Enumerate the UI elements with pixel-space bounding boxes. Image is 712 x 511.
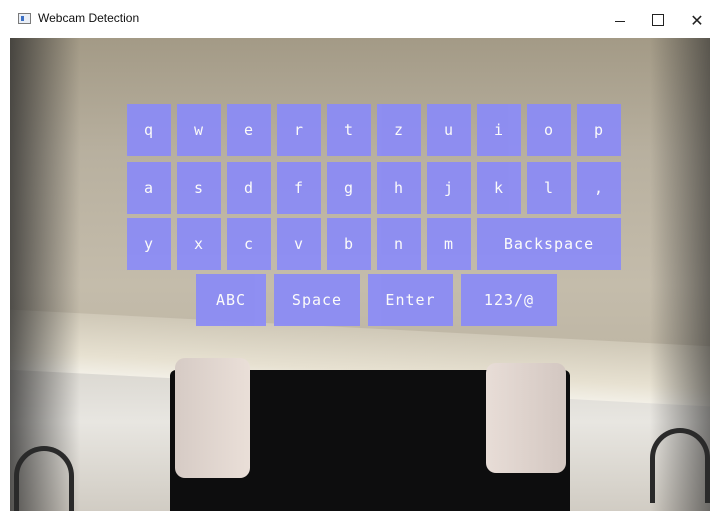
key-u[interactable]: u: [427, 104, 471, 156]
key-space[interactable]: Space: [274, 274, 360, 326]
key-n[interactable]: n: [377, 218, 421, 270]
key-z[interactable]: z: [377, 104, 421, 156]
close-button[interactable]: ✕: [677, 6, 712, 34]
window-title: Webcam Detection: [38, 11, 140, 25]
title-bar: Webcam Detection ✕: [0, 0, 712, 38]
key-e[interactable]: e: [227, 104, 271, 156]
key-backspace[interactable]: Backspace: [477, 218, 621, 270]
key-t[interactable]: t: [327, 104, 371, 156]
key-b[interactable]: b: [327, 218, 371, 270]
webcam-feed: q w e r t z u i o p a s d f g h j k l , …: [10, 38, 710, 511]
key-abc[interactable]: ABC: [196, 274, 266, 326]
minimize-icon: [615, 20, 625, 22]
key-c[interactable]: c: [227, 218, 271, 270]
app-icon: [18, 13, 31, 24]
key-l[interactable]: l: [527, 162, 571, 214]
key-w[interactable]: w: [177, 104, 221, 156]
key-d[interactable]: d: [227, 162, 271, 214]
key-j[interactable]: j: [427, 162, 471, 214]
key-h[interactable]: h: [377, 162, 421, 214]
key-o[interactable]: o: [527, 104, 571, 156]
key-enter[interactable]: Enter: [368, 274, 453, 326]
key-x[interactable]: x: [177, 218, 221, 270]
key-i[interactable]: i: [477, 104, 521, 156]
minimize-button[interactable]: [600, 6, 640, 34]
maximize-icon: [652, 14, 664, 26]
app-window: Webcam Detection ✕ q w e r t z u i o p a: [0, 0, 712, 511]
key-v[interactable]: v: [277, 218, 321, 270]
key-q[interactable]: q: [127, 104, 171, 156]
key-m[interactable]: m: [427, 218, 471, 270]
key-numbers-symbols[interactable]: 123/@: [461, 274, 557, 326]
virtual-keyboard: q w e r t z u i o p a s d f g h j k l , …: [10, 38, 710, 511]
key-a[interactable]: a: [127, 162, 171, 214]
key-comma[interactable]: ,: [577, 162, 621, 214]
key-y[interactable]: y: [127, 218, 171, 270]
close-icon: ✕: [690, 10, 704, 30]
key-s[interactable]: s: [177, 162, 221, 214]
key-r[interactable]: r: [277, 104, 321, 156]
key-f[interactable]: f: [277, 162, 321, 214]
key-g[interactable]: g: [327, 162, 371, 214]
key-k[interactable]: k: [477, 162, 521, 214]
key-p[interactable]: p: [577, 104, 621, 156]
maximize-button[interactable]: [638, 6, 678, 34]
